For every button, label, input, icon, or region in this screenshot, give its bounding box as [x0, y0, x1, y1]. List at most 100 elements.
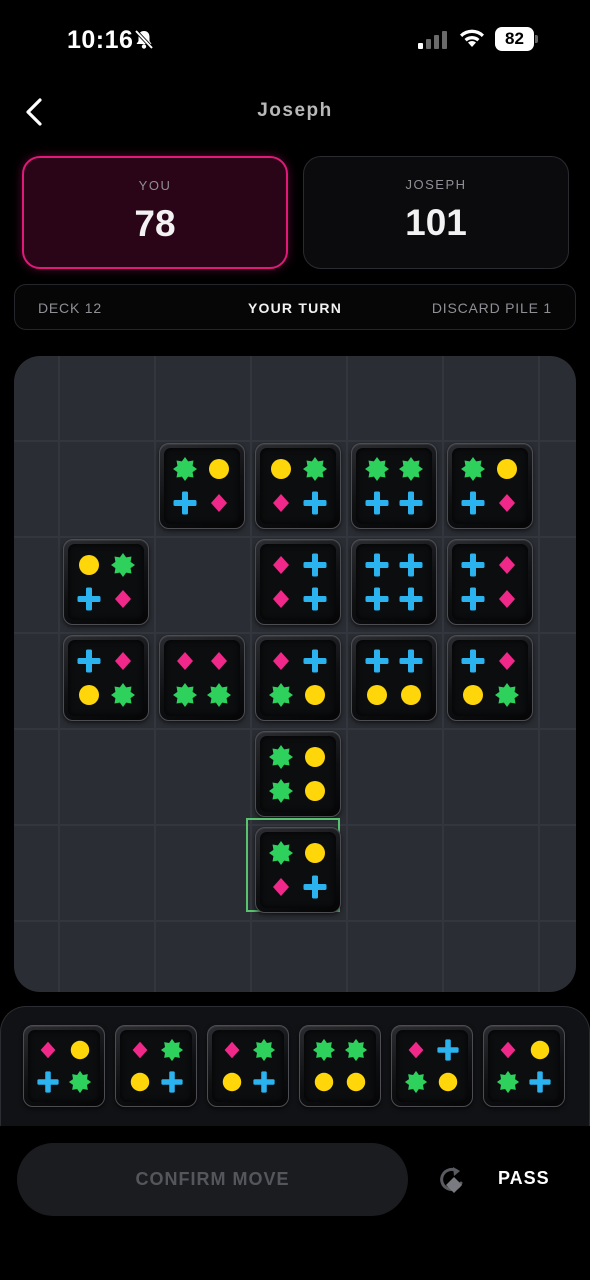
board-tile[interactable] — [63, 539, 149, 625]
selected-board-tile[interactable] — [255, 827, 341, 913]
game-board[interactable] — [14, 356, 576, 992]
pass-button[interactable]: PASS — [498, 1168, 550, 1189]
blue-cross-icon — [399, 491, 423, 515]
blue-cross-icon — [303, 587, 327, 611]
blue-cross-icon — [365, 587, 389, 611]
board-tile[interactable] — [351, 635, 437, 721]
board-tile[interactable] — [351, 443, 437, 529]
pink-diamond-icon — [115, 652, 131, 670]
page-title: Joseph — [257, 100, 333, 121]
hand-tile[interactable] — [483, 1025, 565, 1107]
yellow-circle-icon — [209, 459, 229, 479]
yellow-circle-icon — [305, 781, 325, 801]
green-star-icon — [269, 745, 293, 769]
blue-cross-icon — [365, 553, 389, 577]
opponent-score-card: JOSEPH 101 — [303, 156, 569, 269]
pink-diamond-icon — [273, 556, 289, 574]
blue-cross-icon — [437, 1039, 459, 1061]
yellow-circle-icon — [463, 685, 483, 705]
confirm-move-button[interactable]: CONFIRM MOVE — [17, 1143, 408, 1216]
blue-cross-icon — [399, 553, 423, 577]
battery-level: 82 — [495, 27, 534, 51]
green-star-icon — [303, 457, 327, 481]
yellow-circle-icon — [346, 1072, 366, 1092]
pink-diamond-icon — [273, 878, 289, 896]
blue-cross-icon — [399, 587, 423, 611]
bell-muted-icon — [134, 29, 154, 50]
your-score-value: 78 — [134, 203, 176, 244]
green-star-icon — [404, 1070, 428, 1094]
blue-cross-icon — [77, 649, 101, 673]
green-star-icon — [207, 683, 231, 707]
blue-cross-icon — [529, 1071, 551, 1093]
blue-cross-icon — [365, 649, 389, 673]
yellow-circle-icon — [438, 1072, 458, 1092]
rotate-icon[interactable] — [436, 1165, 470, 1195]
pink-diamond-icon — [273, 652, 289, 670]
green-star-icon — [252, 1038, 276, 1062]
board-tile[interactable] — [351, 539, 437, 625]
green-star-icon — [269, 779, 293, 803]
your-score-label: YOU — [138, 178, 172, 193]
hand-tile[interactable] — [207, 1025, 289, 1107]
your-score-card: YOU 78 — [22, 156, 288, 269]
yellow-circle-icon — [305, 685, 325, 705]
blue-cross-icon — [37, 1071, 59, 1093]
blue-cross-icon — [461, 649, 485, 673]
green-star-icon — [173, 457, 197, 481]
green-star-icon — [461, 457, 485, 481]
green-star-icon — [160, 1038, 184, 1062]
pink-diamond-icon — [211, 652, 227, 670]
hand-tile[interactable] — [299, 1025, 381, 1107]
blue-cross-icon — [365, 491, 389, 515]
blue-cross-icon — [253, 1071, 275, 1093]
board-tile[interactable] — [255, 731, 341, 817]
yellow-circle-icon — [314, 1072, 334, 1092]
discard-pile-count: DISCARD PILE 1 — [431, 300, 552, 316]
yellow-circle-icon — [79, 685, 99, 705]
pink-diamond-icon — [273, 590, 289, 608]
yellow-circle-icon — [530, 1040, 550, 1060]
green-star-icon — [269, 683, 293, 707]
blue-cross-icon — [303, 875, 327, 899]
green-star-icon — [365, 457, 389, 481]
yellow-circle-icon — [401, 685, 421, 705]
board-tile[interactable] — [447, 539, 533, 625]
board-tile[interactable] — [159, 443, 245, 529]
hand-tile[interactable] — [23, 1025, 105, 1107]
blue-cross-icon — [399, 649, 423, 673]
hand-tile[interactable] — [391, 1025, 473, 1107]
blue-cross-icon — [161, 1071, 183, 1093]
board-tile[interactable] — [255, 443, 341, 529]
blue-cross-icon — [303, 649, 327, 673]
board-tile[interactable] — [63, 635, 149, 721]
green-star-icon — [111, 683, 135, 707]
pink-diamond-icon — [499, 494, 515, 512]
pink-diamond-icon — [211, 494, 227, 512]
board-tile[interactable] — [255, 539, 341, 625]
yellow-circle-icon — [70, 1040, 90, 1060]
pink-diamond-icon — [500, 1041, 516, 1059]
pink-diamond-icon — [177, 652, 193, 670]
pink-diamond-icon — [499, 556, 515, 574]
cellular-signal-icon — [418, 31, 447, 49]
green-star-icon — [312, 1038, 336, 1062]
board-tile[interactable] — [159, 635, 245, 721]
blue-cross-icon — [77, 587, 101, 611]
pink-diamond-icon — [408, 1041, 424, 1059]
blue-cross-icon — [461, 491, 485, 515]
status-bar: 10:16 82 — [0, 0, 590, 80]
yellow-circle-icon — [305, 747, 325, 767]
blue-cross-icon — [303, 553, 327, 577]
battery-icon: 82 — [495, 27, 539, 51]
board-tile[interactable] — [447, 635, 533, 721]
green-star-icon — [496, 1070, 520, 1094]
hand-tile[interactable] — [115, 1025, 197, 1107]
board-tile[interactable] — [255, 635, 341, 721]
pink-diamond-icon — [499, 652, 515, 670]
wifi-icon — [460, 29, 484, 47]
green-star-icon — [495, 683, 519, 707]
green-star-icon — [111, 553, 135, 577]
yellow-circle-icon — [367, 685, 387, 705]
board-tile[interactable] — [447, 443, 533, 529]
